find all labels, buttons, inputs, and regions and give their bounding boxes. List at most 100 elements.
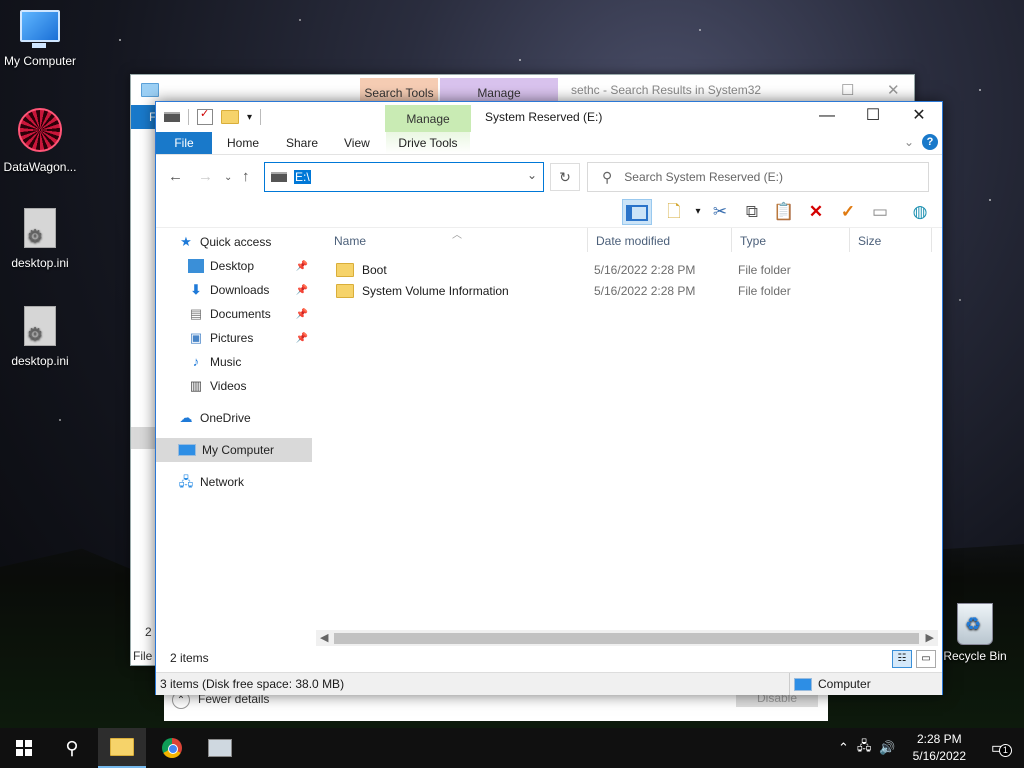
recent-locations-icon[interactable]: ⌄ bbox=[224, 172, 232, 183]
maximize-icon[interactable]: ☐ bbox=[850, 102, 896, 132]
paste-icon[interactable]: 📋 bbox=[772, 201, 796, 223]
nav-label: OneDrive bbox=[200, 411, 251, 425]
film-icon: ▥ bbox=[189, 378, 203, 393]
column-header-date-modified[interactable]: Date modified bbox=[588, 228, 732, 252]
delete-icon[interactable]: ✕ bbox=[804, 201, 828, 223]
address-dropdown-icon[interactable]: ⌄ bbox=[527, 168, 537, 182]
start-button[interactable] bbox=[0, 728, 48, 768]
document-icon: ▤ bbox=[189, 306, 203, 321]
tab-drive-tools[interactable]: Drive Tools bbox=[386, 132, 470, 154]
config-file-icon bbox=[24, 306, 56, 346]
scroll-right-icon[interactable]: ▶ bbox=[926, 630, 934, 646]
background-file-tab[interactable]: F bbox=[131, 105, 157, 129]
taskbar-search-icon[interactable]: ⚲ bbox=[48, 728, 96, 768]
file-date: 5/16/2022 2:28 PM bbox=[594, 284, 696, 298]
close-icon[interactable]: ✕ bbox=[887, 81, 900, 99]
desktop-icon-recycle-bin[interactable]: Recycle Bin bbox=[935, 603, 1015, 663]
taskbar-chrome[interactable] bbox=[148, 728, 196, 768]
tab-search-tools[interactable]: Search Tools bbox=[360, 78, 438, 102]
desktop-icon-datawagon[interactable]: DataWagon... bbox=[0, 108, 80, 174]
tab-share[interactable]: Share bbox=[286, 132, 318, 154]
column-header-size[interactable]: Size bbox=[850, 228, 932, 252]
pane-toggle-icon[interactable] bbox=[622, 199, 652, 225]
taskbar-file-explorer[interactable] bbox=[98, 728, 146, 768]
show-hidden-icons[interactable]: ⌃ bbox=[838, 740, 849, 756]
nav-quick-access[interactable]: ★ Quick access bbox=[178, 230, 334, 254]
expand-ribbon-icon[interactable]: ⌄ bbox=[904, 135, 914, 149]
pin-icon[interactable]: 📌 bbox=[296, 285, 308, 296]
desktop-icon-label: desktop.ini bbox=[11, 256, 69, 270]
refresh-icon[interactable]: ↻ bbox=[550, 163, 580, 191]
nav-onedrive[interactable]: ☁ OneDrive bbox=[178, 406, 312, 430]
nav-label: Pictures bbox=[210, 331, 254, 345]
folder-icon bbox=[141, 83, 159, 97]
download-arrow-icon: ⬇ bbox=[190, 282, 202, 297]
desktop-icon-desktop-ini-2[interactable]: desktop.ini bbox=[0, 306, 80, 368]
close-icon[interactable]: ✕ bbox=[896, 102, 942, 132]
column-header-type[interactable]: Type bbox=[732, 228, 850, 252]
horizontal-scrollbar[interactable]: ◀ ▶ bbox=[316, 630, 938, 646]
nav-my-computer[interactable]: My Computer bbox=[156, 438, 312, 462]
properties-toolbar-icon[interactable]: ▭ bbox=[868, 201, 892, 223]
explorer-window[interactable]: ▾ Manage System Reserved (E:) — ☐ ✕ File… bbox=[155, 101, 943, 695]
computer-icon bbox=[178, 444, 196, 456]
network-globe-icon[interactable]: ◍ bbox=[908, 201, 932, 223]
nav-music[interactable]: ♪ Music bbox=[188, 350, 312, 374]
minimize-icon[interactable]: — bbox=[804, 102, 850, 132]
network-icon[interactable]: 🖧 bbox=[857, 737, 872, 759]
new-item-icon[interactable]: 🗋 bbox=[662, 201, 686, 223]
search-input[interactable]: Search System Reserved (E:) bbox=[624, 170, 783, 184]
maximize-icon[interactable]: ☐ bbox=[841, 81, 854, 99]
cut-icon[interactable]: ✂ bbox=[708, 201, 732, 223]
copy-icon[interactable]: ⧉ bbox=[740, 201, 764, 223]
properties-icon[interactable] bbox=[197, 107, 213, 125]
details-view-icon[interactable]: ☷ bbox=[892, 650, 912, 668]
navigation-bar: ← → ⌄ ↑ E:\ ⌄ ↻ ⚲ Search System Reserved… bbox=[156, 155, 942, 197]
back-arrow-icon[interactable]: ← bbox=[168, 168, 183, 185]
quick-access-toolbar: ▾ bbox=[164, 107, 262, 125]
qat-dropdown-icon[interactable]: ▾ bbox=[247, 112, 252, 123]
item-count: 2 items bbox=[170, 651, 209, 665]
new-item-dropdown-icon[interactable]: ▾ bbox=[686, 201, 710, 223]
pin-icon[interactable]: 📌 bbox=[296, 261, 308, 272]
help-icon[interactable]: ? bbox=[922, 134, 938, 150]
pin-icon[interactable]: 📌 bbox=[296, 309, 308, 320]
rename-icon[interactable]: ✓ bbox=[836, 201, 860, 223]
desktop-icon-desktop-ini-1[interactable]: desktop.ini bbox=[0, 208, 80, 270]
column-header-name[interactable]: Name bbox=[326, 228, 588, 252]
pin-icon[interactable]: 📌 bbox=[296, 333, 308, 344]
nav-desktop[interactable]: Desktop 📌 bbox=[188, 254, 312, 278]
nav-downloads[interactable]: ⬇ Downloads 📌 bbox=[188, 278, 312, 302]
file-name: System Volume Information bbox=[336, 281, 509, 301]
table-row[interactable]: Boot 5/16/2022 2:28 PM File folder bbox=[326, 260, 940, 280]
nav-videos[interactable]: ▥ Videos bbox=[188, 374, 312, 398]
search-box[interactable]: ⚲ Search System Reserved (E:) bbox=[587, 162, 929, 192]
nav-pictures[interactable]: ▣ Pictures 📌 bbox=[188, 326, 312, 350]
volume-icon[interactable]: 🔊 bbox=[879, 740, 895, 756]
forward-arrow-icon[interactable]: → bbox=[198, 168, 213, 185]
scrollbar-thumb[interactable] bbox=[334, 633, 919, 644]
notification-count: 1 bbox=[998, 744, 1012, 757]
clock[interactable]: 2:28 PM 5/16/2022 bbox=[913, 731, 966, 765]
nav-documents[interactable]: ▤ Documents 📌 bbox=[188, 302, 312, 326]
computer-app-icon bbox=[208, 739, 232, 757]
new-folder-icon[interactable] bbox=[221, 110, 239, 124]
address-input[interactable]: E:\ bbox=[294, 170, 311, 184]
title-bar[interactable]: ▾ Manage System Reserved (E:) — ☐ ✕ bbox=[156, 102, 942, 132]
tab-manage-background[interactable]: Manage bbox=[440, 78, 558, 102]
chrome-icon bbox=[162, 738, 182, 758]
tab-manage[interactable]: Manage bbox=[385, 105, 471, 132]
desktop-icon-my-computer[interactable]: My Computer bbox=[0, 10, 80, 68]
music-note-icon: ♪ bbox=[192, 354, 200, 369]
address-bar[interactable]: E:\ ⌄ bbox=[264, 162, 544, 192]
notification-center-button[interactable]: ▭ 1 bbox=[991, 738, 1012, 758]
scroll-left-icon[interactable]: ◀ bbox=[320, 630, 328, 646]
nav-network[interactable]: 🖧 Network bbox=[178, 470, 312, 494]
tab-view[interactable]: View bbox=[344, 132, 370, 154]
tab-file[interactable]: File bbox=[156, 132, 212, 154]
large-icons-view-icon[interactable]: ▭ bbox=[916, 650, 936, 668]
table-row[interactable]: System Volume Information 5/16/2022 2:28… bbox=[326, 281, 940, 301]
taskbar-computer-app[interactable] bbox=[196, 728, 244, 768]
tab-home[interactable]: Home bbox=[227, 132, 259, 154]
up-arrow-icon[interactable]: ↑ bbox=[242, 168, 250, 185]
